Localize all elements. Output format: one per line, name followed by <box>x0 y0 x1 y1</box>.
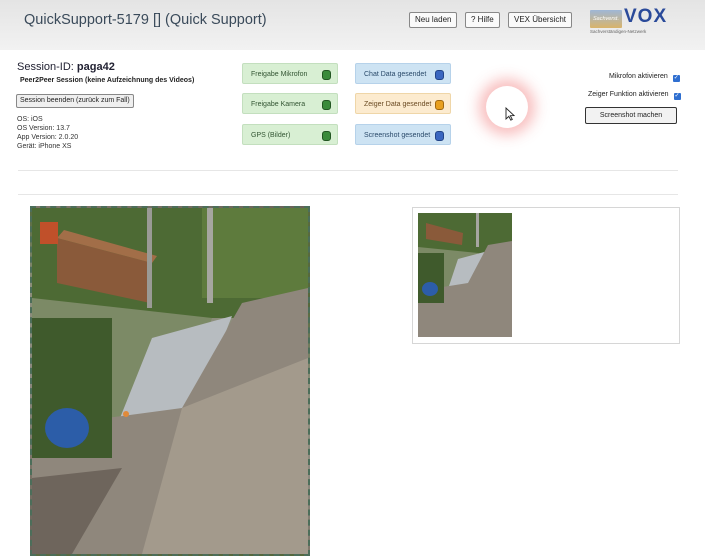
app-title: QuickSupport-5179 [] (Quick Support) <box>24 12 267 28</box>
video-frame-image <box>32 208 308 554</box>
logo-subtext: Sachverständigen-Netzwerk <box>590 29 647 34</box>
reload-button[interactable]: Neu laden <box>409 12 458 28</box>
session-id-value: paga42 <box>76 61 115 73</box>
chat-data-label: Chat Data gesendet <box>364 71 427 78</box>
camera-status-icon <box>322 100 331 110</box>
vex-overview-button[interactable]: VEX Übersicht <box>508 12 573 28</box>
session-id: Session-ID: paga42 <box>17 61 115 73</box>
pointer-data-label: Zeiger Data gesendet <box>364 101 432 108</box>
screenshot-preview-panel <box>412 207 680 344</box>
pointer-data-tile: Zeiger Data gesendet <box>355 93 451 114</box>
screenshot-status-icon <box>435 131 444 141</box>
pointer-toggle-checkbox[interactable]: ✓ <box>673 93 681 100</box>
divider-top <box>18 170 678 171</box>
session-id-label: Session-ID: <box>17 61 74 73</box>
device-app-version: App Version: 2.0.20 <box>17 134 79 141</box>
screenshot-sent-tile: Screenshot gesendet <box>355 124 451 145</box>
vox-logo: Sachverst. VOX Sachverständigen-Netzwerk <box>590 6 680 34</box>
mic-share-tile: Freigabe Mikrofon <box>242 63 338 84</box>
gps-status-icon <box>322 131 331 141</box>
device-os: OS: iOS <box>17 116 43 123</box>
divider-bottom <box>18 194 678 195</box>
session-mode: Peer2Peer Session (keine Aufzeichnung de… <box>20 77 195 84</box>
mic-status-icon <box>322 70 331 80</box>
pointer-status-icon <box>435 100 444 110</box>
end-session-button[interactable]: Session beenden (zurück zum Fall) <box>16 94 134 108</box>
chat-data-tile: Chat Data gesendet <box>355 63 451 84</box>
chat-status-icon <box>435 70 444 80</box>
take-screenshot-button[interactable]: Screenshot machen <box>585 107 677 124</box>
gps-tile: GPS (Bilder) <box>242 124 338 145</box>
logo-vox-text: VOX <box>624 6 668 27</box>
camera-share-label: Freigabe Kamera <box>251 101 306 108</box>
mic-share-label: Freigabe Mikrofon <box>251 71 308 78</box>
app-header: QuickSupport-5179 [] (Quick Support) Neu… <box>0 0 705 50</box>
device-os-version: OS Version: 13.7 <box>17 125 70 132</box>
mic-toggle-label: Mikrofon aktivieren <box>609 73 668 80</box>
pointer-toggle-label: Zeiger Funktion aktivieren <box>588 91 669 98</box>
pointer-toggle-row[interactable]: Zeiger Funktion aktivieren ✓ <box>588 91 681 100</box>
help-button[interactable]: ? Hilfe <box>465 12 500 28</box>
cursor-highlight <box>486 86 528 128</box>
mic-toggle-checkbox[interactable]: ✓ <box>672 75 680 82</box>
screenshot-thumbnail[interactable] <box>418 213 512 337</box>
camera-share-tile: Freigabe Kamera <box>242 93 338 114</box>
live-video-feed[interactable] <box>30 206 310 556</box>
thumbnail-image <box>418 213 512 337</box>
gps-label: GPS (Bilder) <box>251 132 291 139</box>
logo-badge: Sachverst. <box>590 10 622 28</box>
mic-toggle-row[interactable]: Mikrofon aktivieren ✓ <box>609 73 680 82</box>
device-info: OS: iOS OS Version: 13.7 App Version: 2.… <box>17 115 78 151</box>
screenshot-sent-label: Screenshot gesendet <box>364 132 431 139</box>
device-model: Gerät: iPhone XS <box>17 143 72 150</box>
mouse-pointer-icon <box>505 107 515 121</box>
